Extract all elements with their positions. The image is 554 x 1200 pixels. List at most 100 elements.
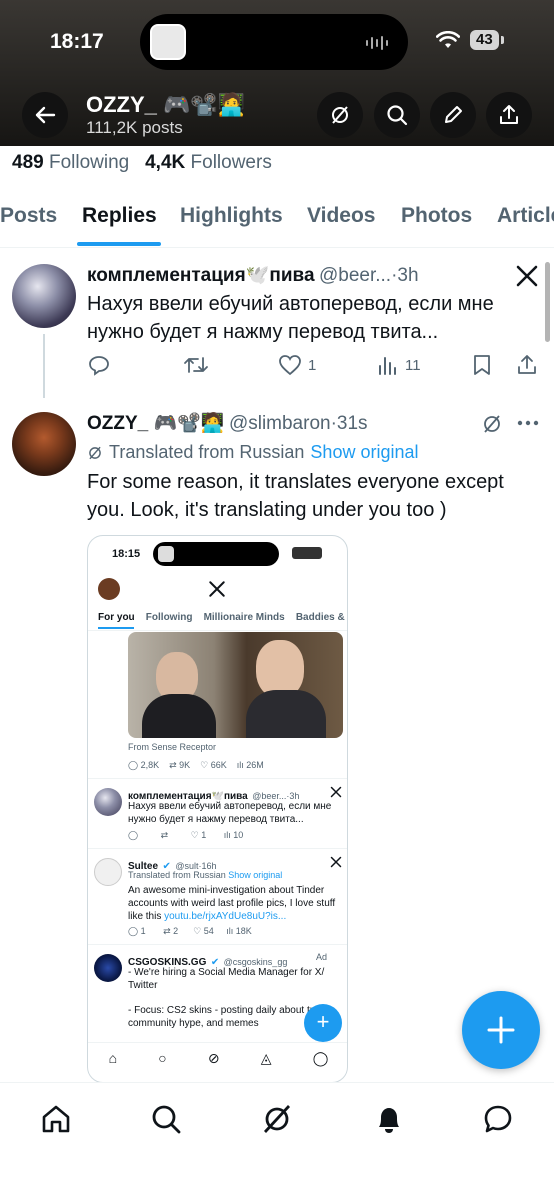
embed-divider <box>88 944 347 945</box>
embed-bell-icon: ◬ <box>260 1050 272 1066</box>
embed-home-icon: ⌂ <box>108 1050 118 1066</box>
back-button[interactable] <box>22 92 68 138</box>
embed-video-person2-body <box>246 690 326 738</box>
tweet2-show-original[interactable]: Show original <box>310 442 418 463</box>
tweet1-view-count: 11 <box>405 356 421 374</box>
avatar-ozzy[interactable] <box>12 412 76 476</box>
profile-tabs: Posts Replies Highlights Videos Photos A… <box>0 190 554 248</box>
more-options-icon[interactable] <box>516 419 540 427</box>
retweet-icon <box>184 357 208 373</box>
thread-line <box>43 334 45 398</box>
embed-tabs: For you Following Millionaire Minds Badd… <box>98 612 347 623</box>
embed-tweet-b-actions: ◯ 1 ⇄ 2 ♡ 54 ılı 18K <box>128 926 252 936</box>
embed-tweet-b-text: An awesome mini-investigation about Tind… <box>128 885 336 922</box>
dynamic-island <box>140 14 408 70</box>
tab-posts[interactable]: Posts <box>0 204 57 228</box>
share-icon <box>518 355 536 374</box>
embed-tab-indicator <box>98 627 134 629</box>
island-thumbnail <box>150 24 186 60</box>
embed-avatar <box>98 578 120 600</box>
tab-replies[interactable]: Replies <box>82 204 157 228</box>
home-icon[interactable] <box>40 1103 72 1135</box>
bookmark-icon <box>474 355 490 375</box>
grok-icon <box>332 106 348 124</box>
heart-icon <box>279 355 301 376</box>
embed-avatar-beer <box>94 788 122 816</box>
followers-count[interactable]: 4,4K <box>145 152 185 173</box>
embed-video-stats: ◯ 2,8K ⇄ 9K ♡ 66K ılı 26M <box>128 760 264 770</box>
embed-compose-fab: + <box>304 1004 342 1042</box>
embed-avatar-sultee <box>94 858 122 886</box>
tab-videos[interactable]: Videos <box>307 204 375 228</box>
back-arrow-icon <box>35 106 56 124</box>
tab-highlights[interactable]: Highlights <box>180 204 283 228</box>
tab-photos[interactable]: Photos <box>401 204 472 228</box>
embed-divider <box>88 848 347 849</box>
embed-video-caption: From Sense Receptor <box>128 742 217 752</box>
tweet2-time: ·31s <box>330 413 368 434</box>
search-icon[interactable] <box>150 1103 182 1135</box>
edit-button[interactable] <box>430 92 476 138</box>
compose-button[interactable] <box>462 991 540 1069</box>
following-count[interactable]: 489 <box>12 152 44 173</box>
following-label[interactable]: Following <box>49 152 129 173</box>
tweet2-name[interactable]: OZZY_ 🎮📽️🧑‍💻 <box>87 413 224 434</box>
embed-tweet-a-text: Нахуя ввели ебучий автоперевод, если мне… <box>128 801 332 825</box>
bottom-nav <box>0 1082 554 1200</box>
embed-tab-millionaire: Millionaire Minds <box>203 612 285 623</box>
notifications-bell-icon[interactable] <box>373 1103 405 1135</box>
tweet1-like-count: 1 <box>308 356 317 374</box>
tweet1-share[interactable] <box>516 354 538 376</box>
embed-divider <box>88 778 347 779</box>
embed-tab-following: Following <box>145 612 193 623</box>
search-icon <box>387 105 408 126</box>
status-right: 43 <box>436 30 504 50</box>
embed-tweet-b-translation: Translated from Russian Show original <box>128 870 283 880</box>
embed-video-person1-body <box>142 694 216 738</box>
embed-island-thumb <box>158 546 174 562</box>
header-post-count: 111,2K posts <box>86 118 183 137</box>
search-button[interactable] <box>374 92 420 138</box>
battery-indicator: 43 <box>470 30 504 50</box>
tweet2-handle[interactable]: @slimbaron <box>229 413 331 434</box>
embed-divider <box>88 630 347 631</box>
tweet1-bookmark[interactable] <box>472 354 492 376</box>
audio-wave-icon <box>366 36 392 50</box>
attached-screenshot[interactable]: 18:15 For you Following Millionaire Mind… <box>87 535 348 1083</box>
views-icon <box>379 357 396 375</box>
tweet1-retweet[interactable] <box>183 354 209 376</box>
scrollbar[interactable] <box>545 262 550 342</box>
status-time: 18:17 <box>50 30 104 53</box>
embed-tweet-a-actions: ◯ ⇄ ♡ 1 ılı 10 <box>128 830 244 840</box>
embed-dynamic-island <box>153 542 279 566</box>
tweet1-like[interactable]: 1 <box>278 354 316 376</box>
x-logo-icon <box>516 265 538 287</box>
embed-tweet-c-line1: - We're hiring a Social Media Manager fo… <box>128 967 325 991</box>
wifi-icon <box>436 31 460 48</box>
grok-button[interactable] <box>317 92 363 138</box>
embed-x-logo-icon <box>330 786 342 798</box>
grok-icon[interactable] <box>261 1103 293 1135</box>
embed-bottom-nav: ⌂ ○ ⊘ ◬ ◯ <box>88 1050 347 1067</box>
embed-divider <box>88 1042 347 1043</box>
avatar-beer[interactable] <box>12 264 76 328</box>
embed-chat-icon: ◯ <box>312 1050 329 1066</box>
follow-counts: 489 Following 4,4K Followers <box>12 152 272 174</box>
tweet2-translation-row: Translated from Russian Show original <box>87 442 418 463</box>
tweet1-views[interactable]: 11 <box>377 354 421 376</box>
grok-icon[interactable] <box>481 413 503 435</box>
tweet1-name[interactable]: комплементация🕊️пива <box>87 265 315 286</box>
embed-tab-baddies: Baddies & B <box>295 612 347 623</box>
embed-battery <box>292 547 322 559</box>
messages-icon[interactable] <box>482 1103 514 1135</box>
embed-search-icon: ○ <box>158 1050 167 1066</box>
tweet1-reply[interactable] <box>88 354 110 376</box>
tweet2-text: For some reason, it translates everyone … <box>87 471 504 521</box>
tab-articles[interactable]: Articles <box>497 204 554 228</box>
tweet1-handle[interactable]: @beer... <box>319 265 391 286</box>
tweet1-header: комплементация🕊️пива @beer...·3h <box>87 263 507 287</box>
followers-label[interactable]: Followers <box>191 152 272 173</box>
embed-avatar-csgo <box>94 954 122 982</box>
profile-header: 18:17 43 OZZY_ 🎮📽️🧑‍💻 111,2K posts <box>0 0 554 146</box>
share-button[interactable] <box>486 92 532 138</box>
